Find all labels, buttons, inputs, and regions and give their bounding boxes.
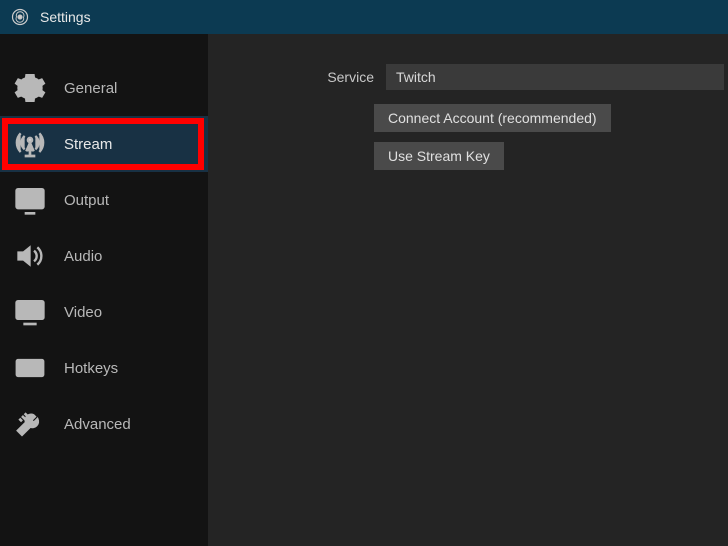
tools-icon — [10, 407, 50, 441]
use-stream-key-button[interactable]: Use Stream Key — [374, 142, 504, 170]
sidebar-item-stream[interactable]: Stream — [0, 116, 208, 172]
output-icon — [10, 183, 50, 217]
sidebar-item-label: Audio — [64, 248, 102, 265]
speaker-icon — [10, 239, 50, 273]
keyboard-icon — [10, 351, 50, 385]
sidebar-item-video[interactable]: Video — [0, 284, 208, 340]
sidebar-item-label: Stream — [64, 136, 112, 153]
sidebar-item-label: Video — [64, 304, 102, 321]
gear-icon — [10, 71, 50, 105]
sidebar-item-hotkeys[interactable]: Hotkeys — [0, 340, 208, 396]
service-label: Service — [308, 69, 386, 85]
window-title: Settings — [40, 9, 91, 25]
obs-app-icon — [10, 7, 30, 27]
connect-account-button[interactable]: Connect Account (recommended) — [374, 104, 611, 132]
sidebar-item-label: Output — [64, 192, 109, 209]
sidebar-item-audio[interactable]: Audio — [0, 228, 208, 284]
service-selected-value: Twitch — [396, 69, 436, 85]
service-dropdown[interactable]: Twitch — [386, 64, 724, 90]
sidebar-item-advanced[interactable]: Advanced — [0, 396, 208, 452]
sidebar-item-output[interactable]: Output — [0, 172, 208, 228]
sidebar-item-label: General — [64, 80, 117, 97]
monitor-icon — [10, 295, 50, 329]
titlebar: Settings — [0, 0, 728, 34]
antenna-icon — [10, 127, 50, 161]
sidebar-item-label: Advanced — [64, 416, 131, 433]
sidebar-item-label: Hotkeys — [64, 360, 118, 377]
settings-sidebar: General Stream Output — [0, 34, 208, 546]
sidebar-item-general[interactable]: General — [0, 60, 208, 116]
stream-settings-panel: Service Twitch Connect Account (recommen… — [208, 34, 728, 546]
